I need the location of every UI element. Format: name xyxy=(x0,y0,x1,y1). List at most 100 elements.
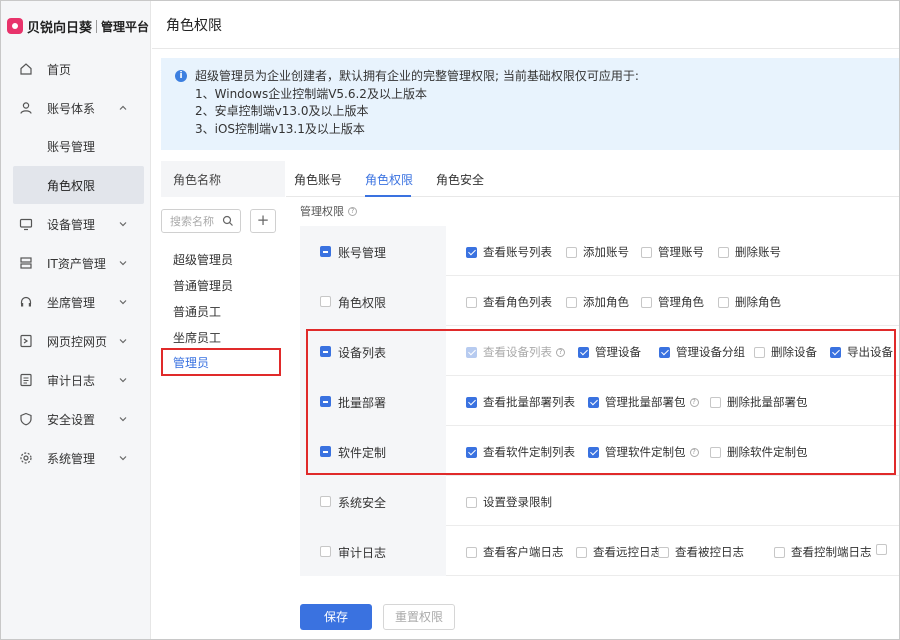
permission-option[interactable]: 查看被控日志 xyxy=(658,544,744,560)
highlight-frame xyxy=(306,329,896,475)
sidebar-item-it-assets[interactable]: IT资产管理 xyxy=(1,244,151,282)
save-button[interactable]: 保存 xyxy=(300,604,372,630)
module-checkbox[interactable] xyxy=(320,296,331,307)
sidebar-item-seats[interactable]: 坐席管理 xyxy=(1,283,151,321)
permission-row: 审计日志 查看客户端日志 查看远控日志 查看被控日志 查看控制端日志 xyxy=(300,526,899,576)
add-role-button[interactable]: + xyxy=(250,209,276,233)
permission-checkbox[interactable] xyxy=(876,544,887,555)
permission-option[interactable]: 查看角色列表 xyxy=(466,294,552,310)
info-icon: i xyxy=(175,70,187,82)
module-checkbox[interactable] xyxy=(320,496,331,507)
notice-line: 3、iOS控制端v13.1及以上版本 xyxy=(195,121,365,136)
role-item[interactable]: 普通管理员 xyxy=(173,277,233,294)
permission-option[interactable]: 添加角色 xyxy=(566,294,629,310)
permission-options: 查看角色列表 添加角色 管理角色 删除角色 xyxy=(446,276,899,326)
permission-option[interactable]: 设置登录限制 xyxy=(466,494,552,510)
monitor-icon xyxy=(19,217,33,231)
sidebar-item-label: IT资产管理 xyxy=(47,256,106,271)
role-item[interactable]: 超级管理员 xyxy=(173,251,233,268)
permission-option[interactable]: 查看账号列表 xyxy=(466,244,552,260)
sidebar-item-system[interactable]: 系统管理 xyxy=(1,439,151,477)
sidebar-item-role-permissions[interactable]: 角色权限 xyxy=(13,166,144,204)
sidebar-item-accounts[interactable]: 账号体系 xyxy=(1,89,151,127)
chevron-down-icon xyxy=(119,261,127,266)
sidebar-item-home[interactable]: 首页 xyxy=(1,50,151,88)
permission-option[interactable]: 添加账号 xyxy=(566,244,629,260)
reset-permissions-button[interactable]: 重置权限 xyxy=(383,604,455,630)
permission-option[interactable]: 查看远控日志 xyxy=(576,544,662,560)
permission-checkbox[interactable] xyxy=(718,296,729,308)
brand-subtitle: 管理平台 xyxy=(101,19,150,34)
module-name: 角色权限 xyxy=(338,296,387,310)
sidebar-item-label: 坐席管理 xyxy=(47,295,96,310)
permission-checkbox[interactable] xyxy=(641,296,652,308)
headset-icon xyxy=(19,295,33,309)
role-list-header: 角色名称 xyxy=(161,161,285,197)
permission-option[interactable]: 删除账号 xyxy=(718,244,781,260)
permission-label: 添加角色 xyxy=(583,295,629,309)
permission-checkbox[interactable] xyxy=(658,546,669,558)
sidebar-item-devices[interactable]: 设备管理 xyxy=(1,205,151,243)
module-name: 审计日志 xyxy=(338,546,387,560)
role-list-panel: 角色名称 搜索名称 + 超级管理员 普通管理员 普通员工 坐席员工 管理员 xyxy=(161,161,285,639)
sidebar-item-label: 首页 xyxy=(47,62,72,77)
role-item[interactable]: 普通员工 xyxy=(173,303,221,320)
permission-row: 系统安全 设置登录限制 xyxy=(300,476,899,526)
shield-icon xyxy=(19,412,33,426)
sidebar-item-web-control[interactable]: 网页控网页 xyxy=(1,322,151,360)
permission-option[interactable]: 管理角色 xyxy=(641,294,704,310)
permission-checkbox[interactable] xyxy=(576,546,587,558)
permission-option[interactable]: 查看控制端日志 xyxy=(774,544,872,560)
permission-checkbox[interactable] xyxy=(466,496,477,508)
sidebar-item-label: 安全设置 xyxy=(47,412,96,427)
module-checkbox[interactable] xyxy=(320,246,331,257)
permission-checkbox[interactable] xyxy=(641,246,652,258)
notice-title: 超级管理员为企业创建者，默认拥有企业的完整管理权限; 当前基础权限仅可应用于: xyxy=(195,69,639,83)
chevron-down-icon xyxy=(119,222,127,227)
permission-row: 角色权限 查看角色列表 添加角色 管理角色 删除角色 xyxy=(300,276,899,326)
permission-option[interactable] xyxy=(876,544,887,555)
tab-role-security[interactable]: 角色安全 xyxy=(436,171,484,188)
chevron-down-icon xyxy=(119,378,127,383)
permission-label: 查看远控日志 xyxy=(593,545,662,559)
module-name: 系统安全 xyxy=(338,496,387,510)
gear-icon xyxy=(19,451,33,465)
tab-role-accounts[interactable]: 角色账号 xyxy=(294,171,342,188)
permission-options: 设置登录限制 xyxy=(446,476,899,526)
sidebar-item-label: 角色权限 xyxy=(47,178,96,193)
help-icon[interactable]: ? xyxy=(348,206,357,216)
sidebar-item-label: 设备管理 xyxy=(47,217,96,232)
chevron-down-icon xyxy=(119,417,127,422)
sidebar-item-audit-log[interactable]: 审计日志 xyxy=(1,361,151,399)
module-cell: 账号管理 xyxy=(300,226,446,276)
page-title: 角色权限 xyxy=(166,17,222,34)
permission-checkbox[interactable] xyxy=(566,246,577,258)
permission-checkbox[interactable] xyxy=(718,246,729,258)
permission-checkbox[interactable] xyxy=(566,296,577,308)
permission-checkbox[interactable] xyxy=(774,546,785,558)
permission-option[interactable]: 查看客户端日志 xyxy=(466,544,564,560)
role-search-input[interactable]: 搜索名称 xyxy=(161,209,241,233)
permission-label: 查看被控日志 xyxy=(675,545,744,559)
permission-option[interactable]: 删除角色 xyxy=(718,294,781,310)
permission-label: 添加账号 xyxy=(583,245,629,259)
permission-checkbox[interactable] xyxy=(466,246,477,258)
chevron-down-icon xyxy=(119,456,127,461)
tab-bar: 角色账号 角色权限 角色安全 xyxy=(286,161,899,197)
brand-logo-icon xyxy=(7,18,23,34)
permission-checkbox[interactable] xyxy=(466,296,477,308)
sidebar-item-security[interactable]: 安全设置 xyxy=(1,400,151,438)
module-checkbox[interactable] xyxy=(320,546,331,557)
permission-options: 查看账号列表 添加账号 管理账号 删除账号 xyxy=(446,226,899,276)
tab-role-permissions[interactable]: 角色权限 xyxy=(365,171,413,188)
log-icon xyxy=(19,373,33,387)
chevron-down-icon xyxy=(119,300,127,305)
permission-option[interactable]: 管理账号 xyxy=(641,244,704,260)
chevron-down-icon xyxy=(119,339,127,344)
notice-line: 1、Windows企业控制端V5.6.2及以上版本 xyxy=(195,86,427,101)
sidebar-item-account-management[interactable]: 账号管理 xyxy=(13,127,144,165)
permission-label: 查看角色列表 xyxy=(483,295,552,309)
permission-checkbox[interactable] xyxy=(466,546,477,558)
role-item[interactable]: 坐席员工 xyxy=(173,329,221,346)
sidebar: 贝锐向日葵 管理平台 首页 账号体系 账号管理 角色权限 设备管理 IT资产管理 xyxy=(1,1,151,639)
